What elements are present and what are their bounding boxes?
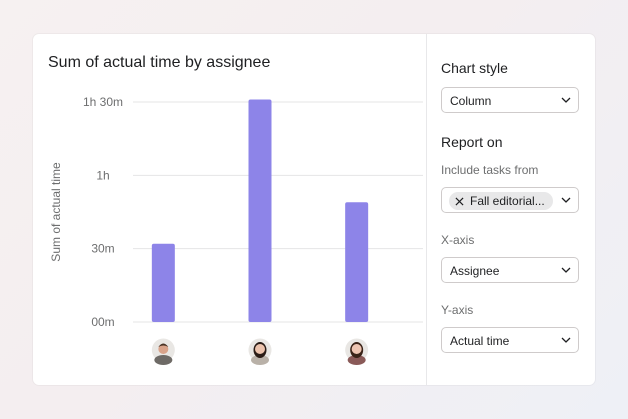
avatar xyxy=(151,338,175,365)
y-tick-label: 1h xyxy=(96,168,109,182)
chevron-down-icon xyxy=(561,337,571,343)
yaxis-label: Y-axis xyxy=(441,303,474,317)
y-tick-label: 1h 30m xyxy=(83,95,123,109)
xaxis-label: X-axis xyxy=(441,233,475,247)
panel-divider xyxy=(426,34,427,385)
bar xyxy=(248,99,272,322)
avatar-shirt xyxy=(154,355,173,365)
xaxis-dropdown[interactable]: Assignee xyxy=(441,257,579,283)
xaxis-value: Assignee xyxy=(450,264,500,278)
project-chip-label: Fall editorial... xyxy=(470,194,545,208)
y-axis-label: Sum of actual time xyxy=(49,162,63,262)
include-tasks-label: Include tasks from xyxy=(441,163,539,177)
bar xyxy=(345,202,369,322)
yaxis-dropdown[interactable]: Actual time xyxy=(441,327,579,353)
bar xyxy=(151,243,175,322)
avatar-face xyxy=(255,344,265,354)
project-chip[interactable]: Fall editorial... xyxy=(449,192,553,210)
bar-chart: 00m 30m 1h 1h 30m Sum of actual time xyxy=(49,95,423,365)
chevron-down-icon xyxy=(561,267,571,273)
avatar xyxy=(248,338,272,365)
y-tick-label: 00m xyxy=(91,315,114,329)
chart-style-heading: Chart style xyxy=(441,60,508,76)
chart-panel: Sum of actual time by assignee 00m 30m 1h 1… xyxy=(33,34,426,385)
report-card: Sum of actual time by assignee 00m 30m 1h 1… xyxy=(33,34,595,385)
chart-style-value: Column xyxy=(450,94,492,108)
chart-style-dropdown[interactable]: Column xyxy=(441,87,579,113)
close-icon[interactable] xyxy=(455,196,464,206)
y-tick-label: 30m xyxy=(91,242,114,256)
yaxis-value: Actual time xyxy=(450,334,510,348)
avatar-face xyxy=(351,344,362,354)
settings-panel: Chart style Column Report on Include tas… xyxy=(441,34,589,385)
chevron-down-icon xyxy=(561,197,571,203)
report-on-heading: Report on xyxy=(441,134,503,150)
include-tasks-dropdown[interactable]: Fall editorial... xyxy=(441,187,579,213)
chevron-down-icon xyxy=(561,97,571,103)
avatar xyxy=(345,338,369,365)
